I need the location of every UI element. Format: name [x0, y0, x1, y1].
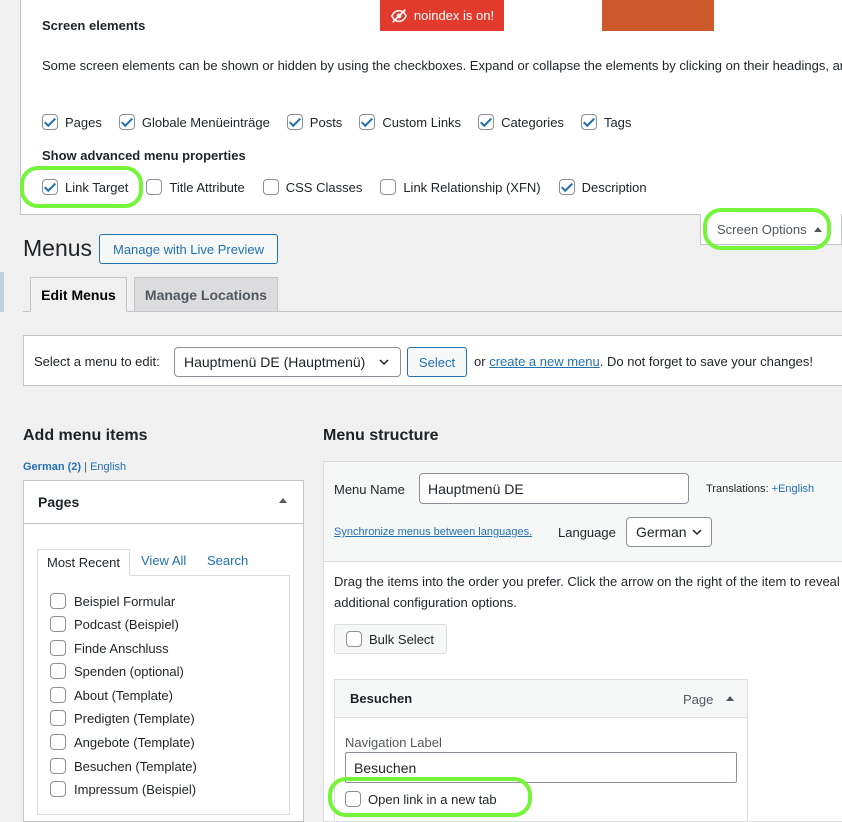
- admin-menu-edge: [0, 272, 4, 312]
- option-pages[interactable]: Pages: [42, 114, 102, 130]
- tab-most-recent[interactable]: Most Recent: [37, 549, 130, 576]
- add-menu-items-title: Add menu items: [23, 427, 148, 444]
- live-preview-button[interactable]: Manage with Live Preview: [99, 234, 278, 264]
- lang-current[interactable]: German (2): [23, 461, 81, 473]
- option-css-classes[interactable]: CSS Classes: [262, 179, 362, 195]
- screen-elements-title: Screen elements: [42, 18, 146, 33]
- menu-name-input[interactable]: Hauptmenü DE: [419, 473, 689, 504]
- add-translation-link[interactable]: +English: [772, 483, 815, 495]
- menu-item-title: Besuchen: [350, 691, 413, 706]
- option-link-relationship[interactable]: Link Relationship (XFN): [380, 179, 541, 195]
- checkbox[interactable]: [359, 114, 376, 130]
- checkbox[interactable]: [50, 758, 66, 774]
- toolbar-block: [602, 0, 714, 31]
- menu-name-label: Menu Name: [334, 482, 405, 497]
- checkbox[interactable]: [50, 781, 66, 797]
- advanced-properties-checkboxes: Link Target Title Attribute CSS Classes …: [42, 179, 665, 195]
- menu-select[interactable]: Hauptmenü DE (Hauptmenü): [174, 347, 401, 377]
- option-title-attribute[interactable]: Title Attribute: [146, 179, 245, 195]
- list-item[interactable]: Finde Anschluss: [50, 640, 169, 656]
- create-menu-link[interactable]: create a new menu: [489, 354, 600, 369]
- option-description[interactable]: Description: [558, 179, 647, 195]
- pages-panel-title[interactable]: Pages: [38, 494, 79, 510]
- checkbox[interactable]: [380, 179, 397, 195]
- checkbox[interactable]: [50, 710, 66, 726]
- menu-item-type: Page: [683, 692, 714, 707]
- create-menu-text: or create a new menu. Do not forget to s…: [474, 354, 813, 369]
- caret-up-icon[interactable]: [278, 496, 288, 504]
- admin-edge: [0, 0, 4, 822]
- checkbox[interactable]: [50, 663, 66, 679]
- checkbox[interactable]: [345, 791, 361, 807]
- checkbox[interactable]: [118, 114, 135, 130]
- option-link-target[interactable]: Link Target: [42, 179, 128, 195]
- option-global-menu-items[interactable]: Globale Menüeinträge: [118, 114, 270, 130]
- pages-panel-divider: [24, 523, 303, 524]
- screen-elements-description: Some screen elements can be shown or hid…: [42, 58, 842, 73]
- option-categories[interactable]: Categories: [478, 114, 564, 130]
- list-item[interactable]: Impressum (Beispiel): [50, 781, 196, 797]
- open-new-tab-option[interactable]: Open link in a new tab: [345, 791, 497, 807]
- option-tags[interactable]: Tags: [580, 114, 631, 130]
- menu-select-value: Hauptmenü DE (Hauptmenü): [184, 354, 366, 370]
- screen-elements-checkboxes: Pages Globale Menüeinträge Posts Custom …: [42, 114, 648, 130]
- list-item[interactable]: Predigten (Template): [50, 710, 195, 726]
- tab-edit-menus[interactable]: Edit Menus: [30, 277, 127, 312]
- noindex-label: noindex is on!: [413, 8, 495, 23]
- checkbox[interactable]: [478, 114, 495, 130]
- checkbox[interactable]: [50, 687, 66, 703]
- chevron-down-icon: [692, 529, 702, 536]
- page-title: Menus: [23, 235, 93, 261]
- language-select-value: German: [636, 524, 687, 540]
- tab-manage-locations[interactable]: Manage Locations: [134, 277, 278, 312]
- checkbox[interactable]: [580, 114, 597, 130]
- language-label: Language: [558, 525, 616, 540]
- navigation-label-title: Navigation Label: [345, 735, 442, 750]
- checkbox[interactable]: [558, 179, 575, 195]
- list-item[interactable]: Podcast (Beispiel): [50, 616, 179, 632]
- tab-view-all[interactable]: View All: [141, 553, 186, 568]
- checkbox[interactable]: [42, 114, 58, 130]
- chevron-down-icon: [379, 359, 389, 366]
- caret-up-icon: [813, 227, 822, 232]
- panel-left-border: [20, 0, 21, 215]
- screen-options-toggle[interactable]: Screen Options: [700, 214, 842, 245]
- navigation-label-input[interactable]: Besuchen: [345, 752, 737, 783]
- option-posts[interactable]: Posts: [286, 114, 342, 130]
- checkbox[interactable]: [50, 616, 66, 632]
- checkbox[interactable]: [50, 593, 66, 609]
- sync-menus-link[interactable]: Synchronize menus between languages.: [334, 526, 532, 538]
- checkbox[interactable]: [262, 179, 279, 195]
- eye-off-icon: [390, 8, 407, 23]
- option-custom-links[interactable]: Custom Links: [359, 114, 461, 130]
- checkbox[interactable]: [50, 734, 66, 750]
- screen-options-label: Screen Options: [717, 221, 807, 237]
- lang-english-link[interactable]: English: [90, 461, 126, 473]
- advanced-properties-title: Show advanced menu properties: [42, 148, 246, 163]
- noindex-badge[interactable]: noindex is on!: [380, 0, 504, 31]
- select-button[interactable]: Select: [407, 347, 467, 377]
- menu-structure-title: Menu structure: [323, 427, 439, 444]
- checkbox[interactable]: [346, 631, 362, 647]
- translations: Translations: +English: [706, 483, 815, 495]
- drag-instructions: Drag the items into the order you prefer…: [334, 574, 840, 610]
- select-menu-label: Select a menu to edit:: [34, 354, 160, 369]
- checkbox[interactable]: [50, 640, 66, 656]
- list-item[interactable]: About (Template): [50, 687, 173, 703]
- list-item[interactable]: Spenden (optional): [50, 663, 184, 679]
- checkbox[interactable]: [286, 114, 303, 130]
- tab-search[interactable]: Search: [207, 553, 248, 568]
- list-item[interactable]: Beispiel Formular: [50, 593, 175, 609]
- list-item[interactable]: Angebote (Template): [50, 734, 195, 750]
- bulk-select-button[interactable]: Bulk Select: [334, 624, 447, 654]
- checkbox[interactable]: [42, 179, 58, 195]
- language-select[interactable]: German: [626, 517, 712, 547]
- list-item[interactable]: Besuchen (Template): [50, 758, 197, 774]
- language-switcher: German (2) | English: [23, 461, 127, 473]
- checkbox[interactable]: [146, 179, 163, 195]
- caret-up-icon[interactable]: [725, 694, 735, 702]
